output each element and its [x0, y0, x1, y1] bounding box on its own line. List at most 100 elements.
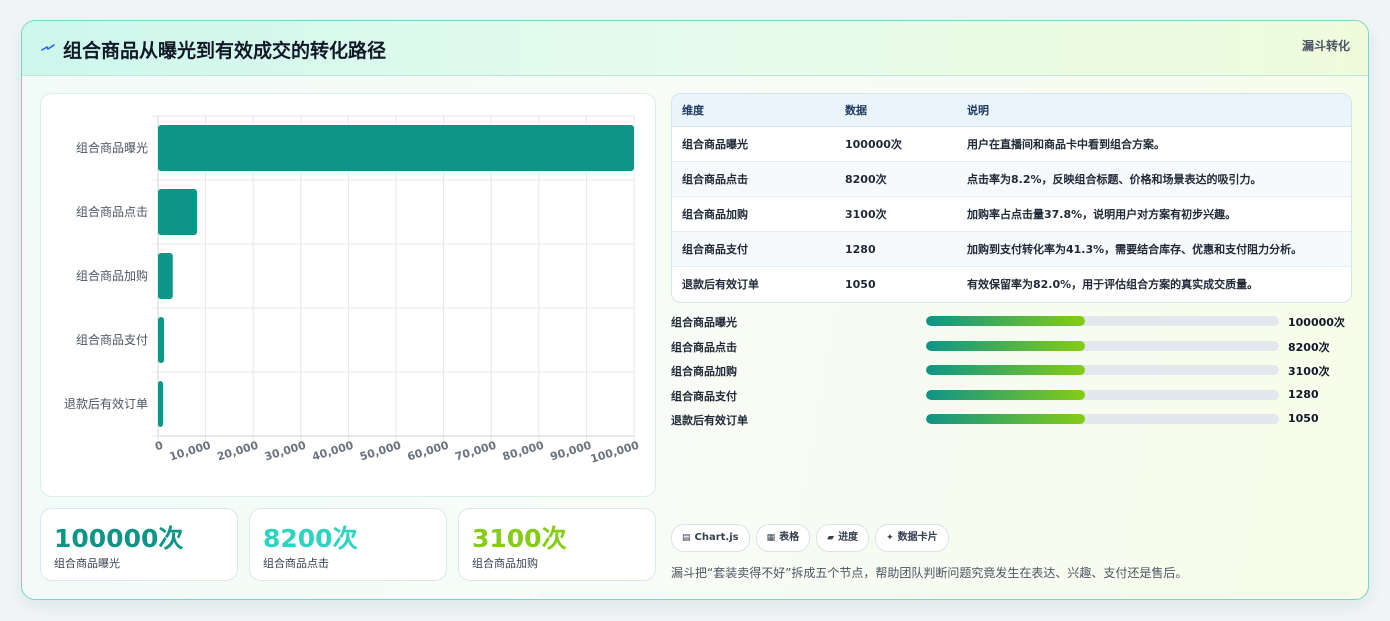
table-cell: 100000次 [835, 126, 957, 162]
chart-icon: ▤ [682, 533, 691, 543]
table-cell: 退款后有效订单 [682, 278, 759, 291]
kpi-label: 组合商品加购 [472, 557, 538, 570]
tag-chips: ▤ Chart.js ▦ 表格 ▰ 进度 ✦ 数据卡片 [671, 524, 955, 552]
kpi-label: 组合商品曝光 [54, 557, 120, 570]
y-tick-label: 退款后有效订单 [64, 396, 148, 411]
progress-label: 组合商品曝光 [671, 316, 737, 329]
x-tick-label: 50,000 [358, 439, 403, 464]
table-cell: 1050 [845, 277, 876, 291]
table-cell: 1280 [835, 231, 957, 267]
chip-label: 进度 [838, 532, 859, 543]
table-header-row: 维度 数据 说明 [672, 94, 1351, 127]
progress-value: 1280 [1288, 387, 1319, 401]
bar-5 [158, 380, 163, 428]
progress-label: 组合商品加购 [671, 365, 737, 379]
progress-track [926, 340, 1279, 351]
table-row: 组合商品加购 3100次 加购率占点击量37.8%，说明用户对方案有初步兴趣。 [672, 196, 1351, 232]
card-header: 组合商品从曝光到有效成交的转化路径 漏斗转化 [22, 21, 1368, 76]
table-cell: 组合商品支付 [672, 231, 835, 267]
progress-label: 退款后有效订单 [671, 414, 748, 428]
kpi-card-click: 8200次 组合商品点击 [249, 508, 447, 581]
progress-track [926, 414, 1279, 425]
table-cell: 8200次 [835, 161, 957, 197]
x-tick-label: 80,000 [501, 439, 546, 464]
spark-icon [41, 44, 55, 51]
table-cell: 加购率占点击量37.8%，说明用户对方案有初步兴趣。 [957, 196, 1351, 232]
chip-table[interactable]: ▦ 表格 [755, 524, 811, 552]
bar-1 [158, 124, 634, 172]
table-row: 组合商品曝光 100000次 用户在直播间和商品卡中看到组合方案。 [672, 126, 1351, 162]
progress-value: 8200次 [1288, 340, 1330, 354]
table-cell: 用户在直播间和商品卡中看到组合方案。 [957, 126, 1351, 162]
column-header: 说明 [957, 94, 1351, 127]
progress-value: 1050 [1288, 412, 1319, 426]
chip-data-card[interactable]: ✦ 数据卡片 [875, 524, 949, 552]
progress-label: 组合商品点击 [671, 340, 737, 354]
table-cell: 3100次 [835, 196, 957, 232]
progress-track [926, 316, 1279, 326]
progress-fill [926, 389, 1085, 400]
table-row: 组合商品支付 1280 加购到支付转化率为41.3%，需要结合库存、优惠和支付阻… [672, 231, 1351, 267]
table-cell: 组合商品加购 [672, 196, 835, 232]
table-icon: ▦ [766, 533, 776, 543]
progress-track [926, 389, 1279, 400]
kpi-value: 8200次 [263, 524, 358, 553]
progress-row: 组合商品点击 8200次 [671, 336, 1361, 361]
table-cell: 有效保留率为82.0%，用于评估组合方案的真实成交质量。 [967, 278, 1259, 291]
bar-3 [158, 252, 173, 300]
funnel-card: 组合商品从曝光到有效成交的转化路径 漏斗转化 组合商品曝光 组合商品点击 组合商品加… [21, 20, 1369, 600]
data-table: 维度 数据 说明 组合商品曝光 100000次 用户在直播间和商品卡中看到组合方… [671, 93, 1352, 303]
kpi-card-exposure: 100000次 组合商品曝光 [40, 508, 238, 581]
table-cell: 加购到支付转化率为41.3%，需要结合库存、优惠和支付阻力分析。 [957, 231, 1351, 267]
x-tick-label: 40,000 [311, 439, 356, 464]
y-tick-label: 组合商品支付 [76, 332, 148, 347]
progress-fill [926, 365, 1085, 376]
progress-row: 退款后有效订单 1050 [671, 409, 1361, 434]
x-tick-label: 20,000 [215, 439, 260, 464]
progress-icon: ▰ [827, 533, 835, 543]
column-header: 维度 [672, 94, 835, 127]
progress-fill [926, 414, 1085, 425]
table-cell: 组合商品点击 [672, 161, 835, 197]
bar-2 [158, 188, 198, 236]
kpi-value: 3100次 [472, 524, 567, 553]
chip-label: 数据卡片 [897, 532, 938, 543]
table-cell: 点击率为8.2%，反映组合标题、价格和场景表达的吸引力。 [957, 161, 1351, 197]
progress-fill [926, 340, 1085, 351]
y-tick-label: 组合商品曝光 [76, 140, 148, 155]
page-title: 组合商品从曝光到有效成交的转化路径 [63, 40, 387, 62]
x-tick-label: 30,000 [263, 439, 308, 464]
progress-row: 组合商品支付 1280 [671, 385, 1361, 410]
bar-4 [158, 316, 165, 364]
progress-list: 组合商品曝光 100000次 组合商品点击 8200次 组合商品加购 3100次… [671, 311, 1361, 434]
x-tick-label: 100,000 [589, 439, 641, 466]
progress-row: 组合商品加购 3100次 [671, 360, 1361, 385]
progress-value: 100000次 [1288, 316, 1345, 329]
table-row: 组合商品点击 8200次 点击率为8.2%，反映组合标题、价格和场景表达的吸引力… [672, 161, 1351, 197]
progress-fill [926, 316, 1085, 326]
column-header: 数据 [835, 94, 957, 127]
x-tick-label: 0 [153, 439, 164, 454]
y-tick-label: 组合商品加购 [76, 268, 148, 283]
progress-label: 组合商品支付 [671, 389, 737, 403]
kpi-label: 组合商品点击 [263, 557, 329, 570]
table-cell: 组合商品曝光 [672, 126, 835, 162]
x-tick-label: 70,000 [453, 439, 498, 464]
x-tick-label: 90,000 [549, 439, 594, 464]
chip-progress[interactable]: ▰ 进度 [816, 524, 870, 552]
sparkle-icon: ✦ [886, 533, 894, 543]
chip-chartjs[interactable]: ▤ Chart.js [671, 524, 750, 552]
progress-value: 3100次 [1288, 365, 1330, 379]
x-tick-label: 10,000 [168, 439, 213, 464]
footnote: 漏斗把“套装卖得不好”拆成五个节点，帮助团队判断问题究竟发生在表达、兴趣、支付还… [671, 566, 1188, 580]
bar-chart-panel: 组合商品曝光 组合商品点击 组合商品加购 组合商品支付退款后有效订单 0 10,000 20… [40, 93, 656, 497]
kpi-card-addcart: 3100次 组合商品加购 [458, 508, 656, 581]
progress-row: 组合商品曝光 100000次 [671, 311, 1361, 336]
progress-track [926, 365, 1279, 376]
funnel-badge: 漏斗转化 [1301, 39, 1350, 53]
y-tick-label: 组合商品点击 [76, 204, 148, 219]
funnel-bar-chart: 组合商品曝光组合商品点击组合商品加购组合商品支付退款后有效订单 0 10,000 20… [64, 115, 641, 466]
table-row: 退款后有效订单 1050 有效保留率为82.0%，用于评估组合方案的真实成交质量… [672, 267, 1351, 302]
x-tick-label: 60,000 [406, 439, 451, 464]
chip-label: 表格 [779, 532, 800, 543]
